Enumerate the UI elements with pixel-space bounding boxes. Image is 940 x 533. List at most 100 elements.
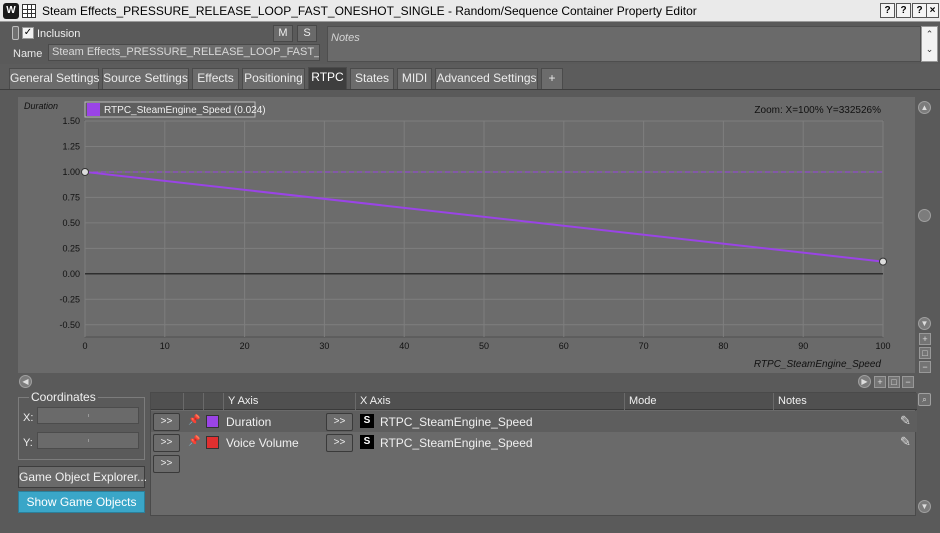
curve-control-point [81, 167, 89, 176]
solo-button[interactable]: S [297, 25, 317, 42]
mute-button[interactable]: M [273, 25, 293, 42]
h-zoom-fit-icon[interactable]: □ [888, 376, 900, 388]
curve-color-swatch[interactable] [206, 415, 219, 428]
x-axis-goto-button[interactable]: >> [326, 413, 353, 431]
help-pin-button[interactable]: ? [880, 3, 895, 18]
x-tick-label: 90 [798, 341, 808, 351]
edit-pencil-icon[interactable]: ✎ [900, 434, 911, 450]
game-object-explorer-button[interactable]: Game Object Explorer... [18, 466, 147, 488]
game-parameter-icon: S [360, 435, 374, 449]
x-coordinate-value [88, 414, 89, 417]
y-parameter-label: Duration [24, 101, 58, 111]
tab-advanced-settings[interactable]: Advanced Settings [435, 68, 538, 89]
graph-horizontal-scrollbar[interactable]: ◀ ▶ + □ − [18, 375, 915, 389]
header-color-column [203, 393, 223, 410]
tab-positioning[interactable]: Positioning [242, 68, 305, 89]
y-axis-cell[interactable]: Voice Volume [226, 436, 299, 450]
notes-scrollbar[interactable]: ⌃ ⌄ [921, 26, 938, 62]
table-scrollbar[interactable]: ⌕ ▼ [917, 392, 933, 516]
tab-effects[interactable]: Effects [192, 68, 239, 89]
help-button[interactable]: ? [912, 3, 927, 18]
pin-icon[interactable]: 📌 [188, 434, 200, 450]
tab-general-settings[interactable]: General Settings [9, 68, 99, 89]
x-tick-label: 60 [559, 341, 569, 351]
pin-icon[interactable]: 📌 [188, 413, 200, 429]
table-scroll-down-icon[interactable]: ▼ [918, 500, 931, 513]
name-label: Name [13, 48, 43, 60]
edit-pencil-icon[interactable]: ✎ [900, 413, 911, 429]
x-axis-goto-button[interactable]: >> [326, 434, 353, 452]
tab-states[interactable]: States [350, 68, 394, 89]
header-pin-column [183, 393, 203, 410]
x-coordinate-label: X: [23, 412, 34, 424]
name-field[interactable]: Steam Effects_PRESSURE_RELEASE_LOOP_FAST… [48, 44, 320, 61]
tab-midi[interactable]: MIDI [397, 68, 432, 89]
y-axis-goto-button[interactable]: >> [153, 434, 180, 452]
curve-control-point [879, 257, 887, 266]
y-tick-label: 1.50 [62, 116, 80, 126]
y-tick-label: 1.00 [62, 167, 80, 177]
title-bar: W Steam Effects_PRESSURE_RELEASE_LOOP_FA… [0, 0, 940, 22]
y-tick-label: -0.25 [59, 294, 80, 304]
zoom-out-icon[interactable]: − [919, 361, 931, 373]
y-tick-label: 1.25 [62, 141, 80, 151]
rtpc-graph[interactable]: 1.50 1.25 1.00 0.75 0.50 0.25 0.00 -0.25 -0.50 0… [18, 97, 915, 373]
table-row[interactable]: >> 📌 Duration >> S RTPC_SteamEngine_Spee… [151, 411, 917, 432]
search-icon[interactable]: ⌕ [918, 393, 931, 406]
scroll-down-icon[interactable]: ▼ [918, 317, 931, 330]
notes-field[interactable]: Notes [327, 26, 921, 62]
y-coordinate-value [88, 439, 89, 442]
legend-label: RTPC_SteamEngine_Speed (0.024) [104, 105, 266, 116]
graph-vertical-scrollbar[interactable]: ▲ ▼ + □ − [917, 99, 933, 373]
column-y-axis[interactable]: Y Axis [223, 393, 327, 410]
y-axis-goto-button[interactable]: >> [153, 455, 180, 473]
zoom-fit-icon[interactable]: □ [919, 347, 931, 359]
x-tick-label: 100 [875, 341, 890, 351]
x-coordinate-field[interactable] [37, 407, 139, 424]
x-tick-label: 20 [240, 341, 250, 351]
scroll-up-icon[interactable]: ▲ [918, 101, 931, 114]
show-game-objects-button[interactable]: Show Game Objects [18, 491, 145, 513]
rtpc-chart[interactable]: 1.50 1.25 1.00 0.75 0.50 0.25 0.00 -0.25 -0.50 0… [18, 97, 915, 373]
x-axis-cell[interactable]: RTPC_SteamEngine_Speed [380, 436, 533, 450]
tab-source-settings[interactable]: Source Settings [102, 68, 189, 89]
inclusion-toggle-icon[interactable] [12, 26, 19, 40]
table-header: Y Axis X Axis Mode Notes [151, 393, 917, 410]
h-zoom-out-icon[interactable]: − [902, 376, 914, 388]
column-mode[interactable]: Mode [624, 393, 742, 410]
x-tick-label: 80 [718, 341, 728, 351]
zoom-in-icon[interactable]: + [919, 333, 931, 345]
help-unpin-button[interactable]: ? [896, 3, 911, 18]
y-coordinate-field[interactable] [37, 432, 139, 449]
scroll-left-icon[interactable]: ◀ [19, 375, 32, 388]
x-tick-label: 10 [160, 341, 170, 351]
zoom-readout: Zoom: X=100% Y=332526% [754, 105, 881, 116]
close-button[interactable]: × [926, 3, 939, 18]
tab-rtpc[interactable]: RTPC [308, 67, 347, 89]
table-row-empty[interactable]: >> [151, 453, 917, 474]
y-tick-label: 0.50 [62, 218, 80, 228]
rtpc-table: Y Axis X Axis Mode Notes >> 📌 Duration >… [150, 392, 917, 516]
scroll-right-icon[interactable]: ▶ [858, 375, 871, 388]
inclusion-checkbox[interactable]: ✓ [22, 27, 34, 39]
y-axis-cell[interactable]: Duration [226, 415, 271, 429]
x-axis-cell[interactable]: RTPC_SteamEngine_Speed [380, 415, 533, 429]
h-zoom-in-icon[interactable]: + [874, 376, 886, 388]
scroll-thumb[interactable] [918, 209, 931, 222]
y-tick-label: 0.75 [62, 192, 80, 202]
tab-add[interactable]: + [541, 68, 563, 89]
column-notes[interactable]: Notes [773, 393, 917, 410]
column-x-axis[interactable]: X Axis [355, 393, 624, 410]
x-axis-label: RTPC_SteamEngine_Speed [754, 359, 882, 370]
coordinates-title: Coordinates [29, 390, 98, 404]
grid-icon[interactable] [22, 4, 36, 18]
x-tick-label: 50 [479, 341, 489, 351]
table-row[interactable]: >> 📌 Voice Volume >> S RTPC_SteamEngine_… [151, 432, 917, 453]
game-parameter-icon: S [360, 414, 374, 428]
legend-swatch [87, 103, 100, 116]
y-tick-label: -0.50 [59, 320, 80, 330]
curve-color-swatch[interactable] [206, 436, 219, 449]
x-tick-label: 40 [399, 341, 409, 351]
x-tick-label: 70 [639, 341, 649, 351]
y-axis-goto-button[interactable]: >> [153, 413, 180, 431]
